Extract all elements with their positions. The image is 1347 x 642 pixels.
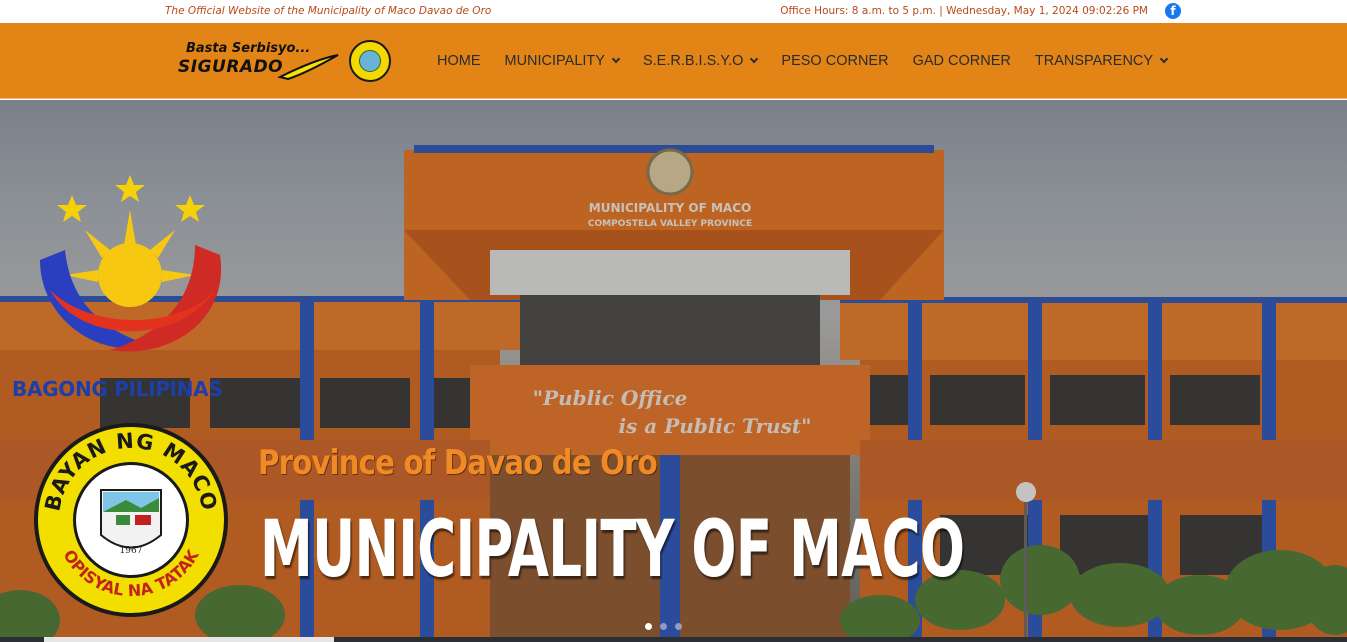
nav-gad-corner-label: GAD CORNER (912, 53, 1011, 69)
nav-municipality-label: MUNICIPALITY (504, 53, 605, 69)
nav-peso-corner[interactable]: PESO CORNER (781, 53, 888, 69)
main-navbar: Basta Serbisyo... SIGURADO HOME MUNICIPA… (0, 23, 1347, 99)
nav-home-label: HOME (437, 53, 481, 69)
hero-title: MUNICIPALITY OF MACO (260, 505, 965, 595)
nav-gad-corner[interactable]: GAD CORNER (913, 53, 1011, 69)
slider-progress-strip (0, 637, 1347, 642)
office-hours: Office Hours: 8 a.m. to 5 p.m. | Wednesd… (780, 5, 1148, 17)
seal-year: 1967 (120, 546, 143, 556)
nav-municipality[interactable]: MUNICIPALITY (504, 53, 621, 69)
site-tagline: The Official Website of the Municipality… (165, 5, 492, 17)
top-info-bar: The Official Website of the Municipality… (0, 0, 1347, 23)
slider-dot-2[interactable] (660, 623, 667, 630)
nav-menu: HOME MUNICIPALITY S.E.R.B.I.S.Y.O PESO C… (437, 23, 1191, 99)
bagong-pilipinas-text: BAGONG PILIPINAS (12, 377, 223, 401)
hero-banner: MUNICIPALITY OF MACO COMPOSTELA VALLEY P… (0, 100, 1347, 642)
swoosh-icon (277, 54, 339, 81)
brand-tagline-2: SIGURADO (178, 57, 284, 77)
nav-serbisyo-label: S.E.R.B.I.S.Y.O (642, 53, 744, 69)
municipal-seal-icon: 1967 BAYAN NG MACO OPISYAL NA TATAK (34, 423, 228, 617)
bagong-pilipinas-emblem-icon (40, 175, 222, 352)
municipal-seal-small[interactable] (349, 40, 391, 82)
bagong-pilipinas-logo: BAGONG PILIPINAS (10, 170, 260, 405)
bayan-ng-maco-seal: 1967 BAYAN NG MACO OPISYAL NA TATAK (31, 420, 231, 620)
nav-home[interactable]: HOME (437, 53, 481, 69)
facebook-icon[interactable]: f (1165, 3, 1181, 19)
nav-transparency-label: TRANSPARENCY (1034, 53, 1154, 69)
chevron-down-icon (750, 54, 759, 64)
chevron-down-icon (1159, 54, 1169, 64)
nav-serbisyo[interactable]: S.E.R.B.I.S.Y.O (642, 53, 759, 69)
slider-dot-1[interactable] (645, 623, 652, 630)
nav-transparency[interactable]: TRANSPARENCY (1034, 53, 1169, 69)
chevron-down-icon (611, 54, 621, 64)
hero-subtitle: Province of Davao de Oro (258, 443, 658, 483)
brand-logo[interactable]: Basta Serbisyo... SIGURADO (176, 41, 341, 85)
slider-dot-3[interactable] (675, 623, 682, 630)
slider-dots (645, 623, 690, 630)
nav-peso-corner-label: PESO CORNER (781, 53, 889, 69)
